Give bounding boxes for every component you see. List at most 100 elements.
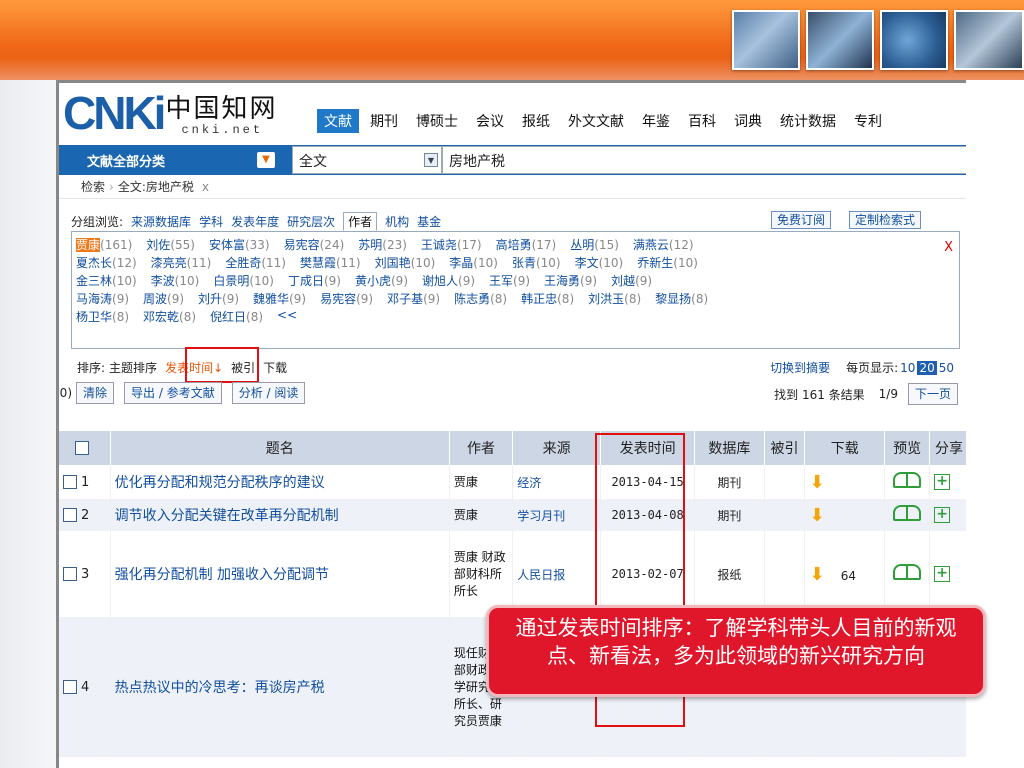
author-filter-item[interactable]: 王诚尧(17) (421, 236, 482, 254)
row-checkbox[interactable] (63, 567, 77, 581)
col-database[interactable]: 数据库 (694, 431, 765, 465)
breadcrumb-close-button[interactable]: x (202, 180, 209, 194)
author-filter-item[interactable]: 全胜奇(11) (225, 254, 286, 272)
per-page-10[interactable]: 10 (898, 361, 917, 375)
author-filter-item[interactable]: 易宪容(24) (284, 236, 345, 254)
author-filter-item[interactable]: 白景明(10) (213, 272, 274, 290)
preview-book-icon[interactable] (893, 564, 922, 580)
author-filter-item[interactable]: 丛明(15) (570, 236, 619, 254)
author-filter-item[interactable]: 夏杰长(12) (76, 254, 137, 272)
source-link[interactable]: 经济 (517, 476, 541, 490)
tab-boshuoshi[interactable]: 博硕士 (409, 109, 465, 133)
author-filter-item[interactable]: 刘升(9) (198, 290, 239, 308)
author-filter-item[interactable]: 刘洪玉(8) (588, 290, 641, 308)
switch-summary-link[interactable]: 切换到摘要 (770, 359, 830, 376)
download-icon[interactable]: ⬇ (809, 505, 824, 526)
tab-baike[interactable]: 百科 (681, 109, 723, 133)
per-page-20[interactable]: 20 (917, 360, 937, 375)
tab-nianjian[interactable]: 年鉴 (635, 109, 677, 133)
source-link[interactable]: 学习月刊 (517, 509, 565, 523)
sort-download[interactable]: 下载 (263, 359, 287, 376)
author-filter-item[interactable]: 乔新生(10) (637, 254, 698, 272)
chevron-down-icon[interactable]: ▼ (257, 152, 275, 168)
row-checkbox[interactable] (63, 475, 77, 489)
author-filter-item[interactable]: 高培勇(17) (496, 236, 557, 254)
chevron-down-icon[interactable]: ▼ (424, 153, 438, 167)
author-filter-item[interactable]: 苏明(23) (358, 236, 407, 254)
author-filter-item[interactable]: 韩正忠(8) (521, 290, 574, 308)
next-page-button[interactable]: 下一页 (907, 383, 958, 405)
tab-huiyi[interactable]: 会议 (469, 109, 511, 133)
author-filter-item[interactable]: 金三林(10) (76, 272, 137, 290)
col-preview[interactable]: 预览 (884, 431, 931, 465)
article-title-link[interactable]: 热点热议中的冷思考：再谈房产税 (115, 680, 325, 696)
author-filter-item[interactable]: 邓子基(9) (387, 290, 440, 308)
author-filter-item[interactable]: 谢旭人(9) (422, 272, 475, 290)
group-tab-level[interactable]: 研究层次 (287, 213, 335, 230)
author-filter-item[interactable]: 刘国艳(10) (375, 254, 436, 272)
group-tab-fund[interactable]: 基金 (417, 213, 441, 230)
row-checkbox[interactable] (63, 508, 77, 522)
author-filter-item[interactable]: 漆亮亮(11) (151, 254, 212, 272)
close-icon[interactable]: X (944, 240, 953, 255)
author-filter-item[interactable]: 满燕云(12) (633, 236, 694, 254)
col-download[interactable]: 下载 (804, 431, 886, 465)
export-button[interactable]: 导出 / 参考文献 (124, 382, 222, 404)
preview-book-icon[interactable] (893, 472, 922, 488)
custom-query-button[interactable]: 定制检索式 (849, 211, 922, 229)
group-tab-author[interactable]: 作者 (343, 211, 378, 231)
tab-baozhi[interactable]: 报纸 (515, 109, 557, 133)
download-icon[interactable]: ⬇ (809, 472, 824, 493)
author-filter-item[interactable]: 易宪容(9) (320, 290, 373, 308)
author-filter-item[interactable]: 王海勇(9) (544, 272, 597, 290)
tab-tongji[interactable]: 统计数据 (773, 109, 843, 133)
author-filter-item[interactable]: 樊慧霞(11) (300, 254, 361, 272)
share-plus-icon[interactable]: + (934, 507, 951, 523)
author-filter-item[interactable]: 黎显扬(8) (655, 290, 708, 308)
author-filter-item[interactable]: << (277, 308, 297, 326)
group-tab-institution[interactable]: 机构 (385, 213, 409, 230)
col-source[interactable]: 来源 (512, 431, 602, 465)
author-filter-item[interactable]: 杨卫华(8) (76, 308, 129, 326)
share-plus-icon[interactable]: + (934, 566, 951, 582)
tab-qikan[interactable]: 期刊 (363, 109, 405, 133)
author-filter-item[interactable]: 陈志勇(8) (454, 290, 507, 308)
share-plus-icon[interactable]: + (934, 474, 951, 490)
author-filter-item[interactable]: 倪红日(8) (210, 308, 263, 326)
group-tab-subject[interactable]: 学科 (199, 213, 223, 230)
author-filter-item[interactable]: 周波(9) (143, 290, 184, 308)
tab-waiwen[interactable]: 外文文献 (561, 109, 631, 133)
row-checkbox[interactable] (63, 680, 77, 694)
author-filter-item[interactable]: 刘越(9) (611, 272, 652, 290)
col-title[interactable]: 题名 (110, 431, 450, 465)
clear-button[interactable]: 清除 (76, 382, 115, 404)
cnki-logo[interactable]: CNKi 中国知网 cnki.net (63, 89, 277, 137)
author-filter-item[interactable]: 邓宏乾(8) (143, 308, 196, 326)
breadcrumb-root[interactable]: 检索 (81, 178, 105, 195)
sort-topic[interactable]: 主题排序 (109, 359, 157, 376)
author-link[interactable]: 贾康 (454, 508, 478, 522)
tab-wenxian[interactable]: 文献 (317, 109, 359, 133)
article-title-link[interactable]: 优化再分配和规范分配秩序的建议 (115, 475, 325, 491)
per-page-50[interactable]: 50 (937, 361, 956, 375)
col-share[interactable]: 分享 (929, 431, 966, 465)
article-title-link[interactable]: 调节收入分配关键在改革再分配机制 (115, 508, 339, 524)
author-filter-item[interactable]: 贾康(161) (76, 236, 132, 254)
download-icon[interactable]: ⬇ (809, 564, 824, 585)
tab-cidian[interactable]: 词典 (727, 109, 769, 133)
select-all-checkbox[interactable] (75, 441, 90, 455)
author-filter-item[interactable]: 丁成日(9) (288, 272, 341, 290)
author-filter-item[interactable]: 李文(10) (575, 254, 624, 272)
author-filter-item[interactable]: 马海涛(9) (76, 290, 129, 308)
author-filter-item[interactable]: 王军(9) (489, 272, 530, 290)
preview-book-icon[interactable] (893, 505, 922, 521)
author-link[interactable]: 贾康 (454, 475, 478, 489)
search-input[interactable]: 房地产税 (442, 146, 966, 174)
author-filter-item[interactable]: 李晶(10) (449, 254, 498, 272)
author-filter-item[interactable]: 李波(10) (151, 272, 200, 290)
author-link[interactable]: 贾康 财政部财科所所长 (454, 550, 506, 598)
free-subscribe-button[interactable]: 免费订阅 (771, 211, 832, 229)
author-filter-item[interactable]: 黄小虎(9) (355, 272, 408, 290)
author-filter-item[interactable]: 魏雅华(9) (253, 290, 306, 308)
author-filter-item[interactable]: 安体富(33) (209, 236, 270, 254)
